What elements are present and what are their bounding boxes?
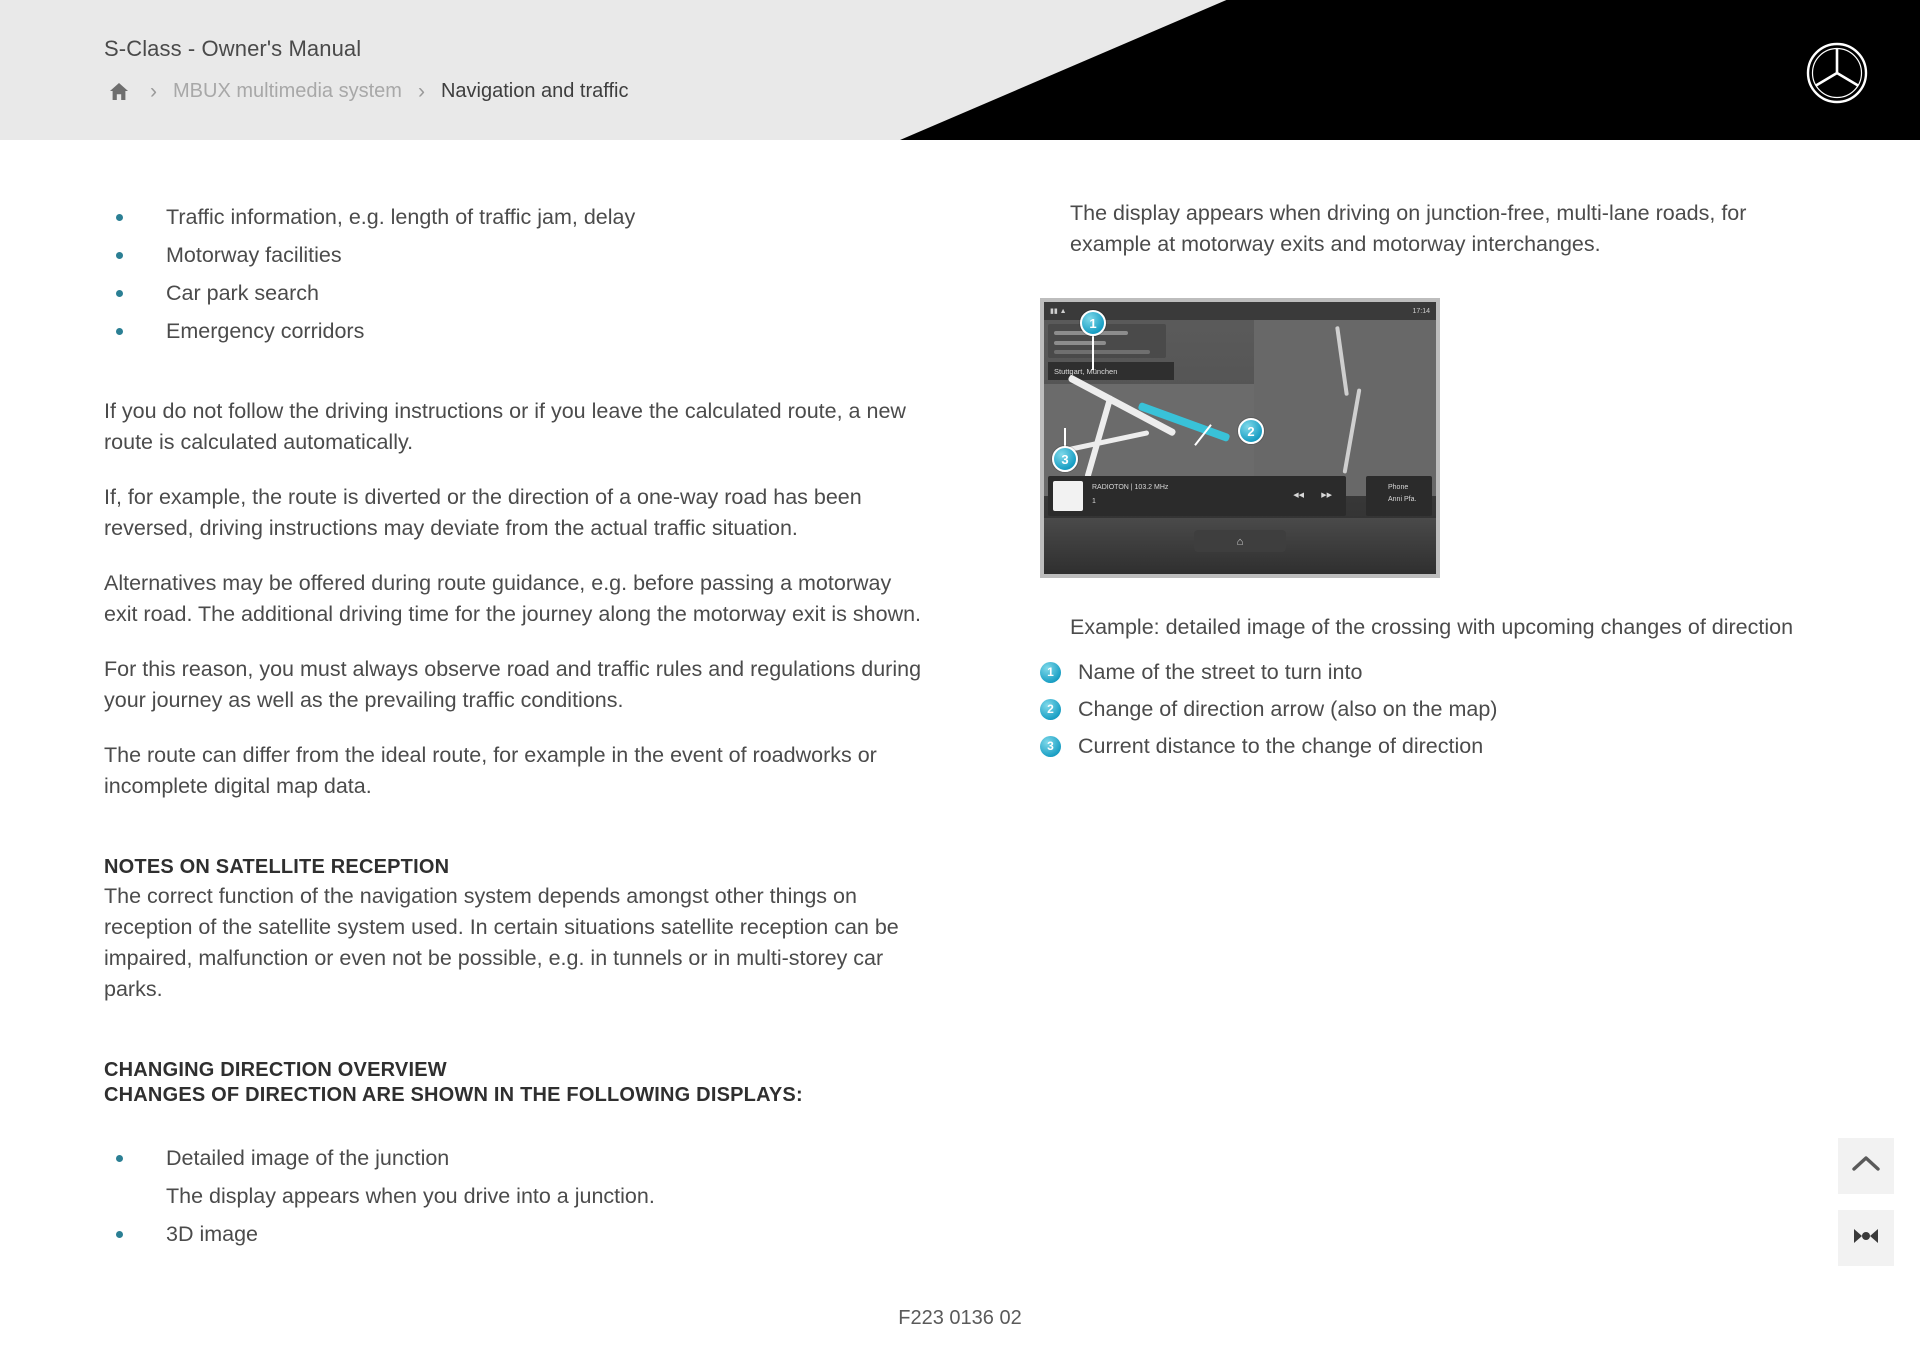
breadcrumb-current: Navigation and traffic <box>440 79 629 102</box>
screenshot-media-bar: RADIOTON | 103.2 MHz 1 ◀◀ ▶▶ <box>1048 476 1346 516</box>
bullet-dot-icon <box>116 328 123 335</box>
right-column: The display appears when driving on junc… <box>1030 198 1820 768</box>
mbux-navigation-screenshot: ▮▮ ▲ 17:14 Stuttgart, München RADIOTON |… <box>1040 298 1440 578</box>
legend-label-2: Change of direction arrow (also on the m… <box>1078 697 1498 721</box>
phone-sub-label: Anni Pfa. <box>1388 496 1417 503</box>
legend-label-3: Current distance to the change of direct… <box>1078 734 1484 758</box>
screenshot-home-icon[interactable]: ⌂ <box>1237 536 1244 548</box>
page-code: F223 0136 02 <box>898 1307 1022 1329</box>
page-title: S-Class - Owner's Manual <box>104 36 362 61</box>
list-item-label: Car park search <box>166 281 319 305</box>
glossary-icon <box>1851 1225 1881 1252</box>
map-road-1 <box>1067 374 1177 437</box>
top-bullet-list: Traffic information, e.g. length of traf… <box>104 198 924 350</box>
screenshot-street-label: Stuttgart, München <box>1048 362 1174 380</box>
screenshot-nav-strip: ⌂ <box>1044 518 1436 574</box>
bottom-bullet-list: Detailed image of the junction <box>104 1139 924 1177</box>
figure-caption: Example: detailed image of the crossing … <box>1070 615 1794 639</box>
breadcrumb-separator-1: › <box>150 79 157 103</box>
media-next-icon[interactable]: ▶▶ <box>1321 491 1332 499</box>
list-item: Traffic information, e.g. length of traf… <box>104 198 924 236</box>
page-header: S-Class - Owner's Manual › MBUX multimed… <box>0 0 1920 140</box>
screenshot-overview-map <box>1254 320 1436 496</box>
legend-badge-1: 1 <box>1040 662 1061 683</box>
breadcrumb-separator-2: › <box>417 79 425 103</box>
glossary-button[interactable] <box>1838 1210 1894 1266</box>
paragraph-ideal-route: The route can differ from the ideal rout… <box>104 743 877 798</box>
bullet-dot-icon <box>116 1155 123 1162</box>
street-label-text: Stuttgart, München <box>1054 366 1118 376</box>
breadcrumb: › MBUX multimedia system › Navigation an… <box>104 78 628 104</box>
legend-badge-2: 2 <box>1040 699 1061 720</box>
map-road-3 <box>1084 394 1114 480</box>
overview-road-1 <box>1335 326 1349 396</box>
bullet-dot-icon <box>116 214 123 221</box>
list-item-label: 3D image <box>166 1222 259 1246</box>
changing-direction-heading: CHANGING DIRECTION OVERVIEW <box>104 1059 447 1081</box>
legend-item-2: 2 Change of direction arrow (also on the… <box>1040 694 1820 725</box>
bullet-dot-icon <box>116 1231 123 1238</box>
legend-item-3: 3 Current distance to the change of dire… <box>1040 731 1820 762</box>
screenshot-left-card <box>1048 324 1166 358</box>
overview-road-2 <box>1342 388 1362 474</box>
list-item-label: Emergency corridors <box>166 319 365 343</box>
legend-item-1: 1 Name of the street to turn into <box>1040 657 1820 688</box>
legend-label-1: Name of the street to turn into <box>1078 660 1363 684</box>
header-black-shape <box>900 0 1920 140</box>
card-line-2 <box>1054 341 1106 345</box>
bottom-bullet-list-2: 3D image <box>104 1215 924 1253</box>
satellite-reception-body: The correct function of the navigation s… <box>104 884 899 1001</box>
statusbar-left-icons: ▮▮ ▲ <box>1050 308 1067 315</box>
changing-direction-subheading: CHANGES OF DIRECTION ARE SHOWN IN THE FO… <box>104 1084 803 1106</box>
manual-page: S-Class - Owner's Manual › MBUX multimed… <box>0 0 1920 1358</box>
bullet-dot-icon <box>116 290 123 297</box>
card-line-3 <box>1054 350 1150 354</box>
media-prev-icon[interactable]: ◀◀ <box>1293 491 1304 499</box>
bullet-sub-line: The display appears when you drive into … <box>166 1184 655 1208</box>
paragraph-observe-rules: For this reason, you must always observe… <box>104 657 922 712</box>
right-intro-text: The display appears when driving on junc… <box>1070 201 1747 256</box>
media-station-label: RADIOTON | 103.2 MHz <box>1092 484 1169 491</box>
statusbar-time: 17:14 <box>1412 307 1430 315</box>
left-column: Traffic information, e.g. length of traf… <box>104 198 924 1253</box>
callout-marker-3: 3 <box>1052 446 1078 472</box>
media-station-number: 1 <box>1092 498 1096 505</box>
chevron-up-icon <box>1852 1155 1880 1178</box>
callout-marker-1: 1 <box>1080 310 1106 336</box>
paragraph-diverted-route: If, for example, the route is diverted o… <box>104 485 862 540</box>
paragraph-alternatives: Alternatives may be offered during route… <box>104 571 922 626</box>
callout-marker-2: 2 <box>1238 418 1264 444</box>
list-item: Detailed image of the junction <box>104 1139 924 1177</box>
list-item: Car park search <box>104 274 924 312</box>
list-item: Emergency corridors <box>104 312 924 350</box>
breadcrumb-parent[interactable]: MBUX multimedia system <box>173 80 402 103</box>
paragraph-recalculation: If you do not follow the driving instruc… <box>104 399 906 454</box>
scroll-to-top-button[interactable] <box>1838 1138 1894 1194</box>
list-item: 3D image <box>104 1215 924 1253</box>
list-item: Motorway facilities <box>104 236 924 274</box>
callout-leader-1 <box>1092 334 1094 370</box>
media-album-art <box>1053 481 1083 511</box>
phone-label: Phone <box>1388 484 1409 491</box>
legend-badge-3: 3 <box>1040 736 1061 757</box>
home-icon[interactable] <box>104 78 134 104</box>
bullet-dot-icon <box>116 252 123 259</box>
figure-legend: 1 Name of the street to turn into 2 Chan… <box>1040 657 1820 762</box>
list-item-label: Detailed image of the junction <box>166 1146 450 1170</box>
screenshot-phone-card: Phone Anni Pfa. <box>1366 476 1432 516</box>
satellite-reception-heading: NOTES ON SATELLITE RECEPTION <box>104 856 450 878</box>
mercedes-star-icon <box>1806 42 1868 104</box>
list-item-label: Traffic information, e.g. length of traf… <box>166 205 636 229</box>
list-item-label: Motorway facilities <box>166 243 342 267</box>
